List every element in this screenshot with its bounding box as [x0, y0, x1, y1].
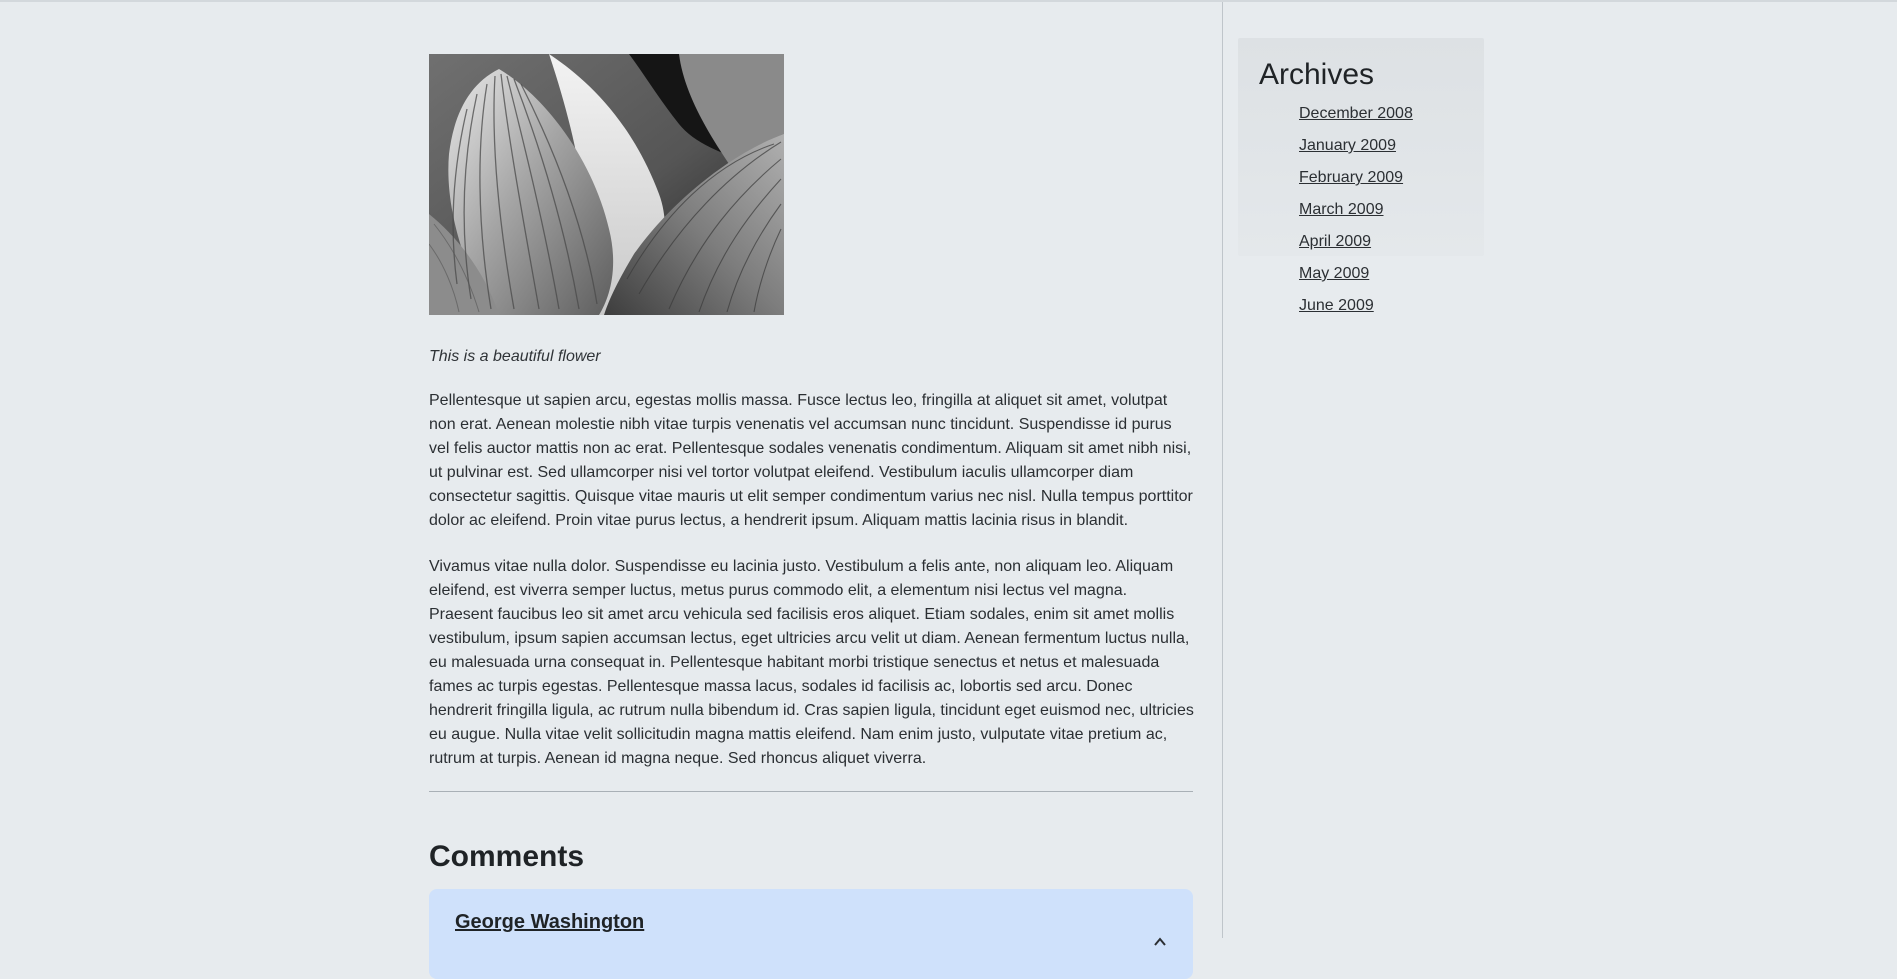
archive-item: June 2009 [1299, 296, 1413, 328]
archive-link-february-2009[interactable]: February 2009 [1299, 169, 1403, 186]
sidebar-divider [1222, 2, 1223, 938]
comment-author-link[interactable]: George Washington [455, 911, 644, 934]
archive-link-april-2009[interactable]: April 2009 [1299, 233, 1371, 250]
archive-item: March 2009 [1299, 200, 1413, 232]
archive-link-march-2009[interactable]: March 2009 [1299, 201, 1384, 218]
flower-photo [429, 54, 784, 315]
archives-title: Archives [1259, 58, 1375, 91]
archive-link-january-2009[interactable]: January 2009 [1299, 137, 1396, 154]
post-paragraph: Vivamus vitae nulla dolor. Suspendisse e… [429, 558, 1194, 767]
archive-item: May 2009 [1299, 264, 1413, 296]
archive-item: April 2009 [1299, 232, 1413, 264]
top-border [0, 0, 1897, 2]
content-divider [429, 791, 1193, 792]
archive-item: December 2008 [1299, 104, 1413, 136]
comment-card: George Washington [429, 889, 1193, 979]
archive-item: February 2009 [1299, 168, 1413, 200]
archives-list: December 2008 January 2009 February 2009… [1299, 104, 1413, 328]
archive-link-december-2008[interactable]: December 2008 [1299, 105, 1413, 122]
archive-link-may-2009[interactable]: May 2009 [1299, 265, 1369, 282]
flower-image [429, 54, 784, 315]
image-caption: This is a beautiful flower [429, 348, 601, 365]
comments-heading: Comments [429, 840, 585, 873]
archive-link-june-2009[interactable]: June 2009 [1299, 297, 1374, 314]
archive-item: January 2009 [1299, 136, 1413, 168]
blog-post: This is a beautiful flower Pellentesque … [429, 54, 1194, 979]
archives-widget: Archives December 2008 January 2009 Febr… [1238, 38, 1484, 314]
chevron-up-icon[interactable] [1153, 935, 1167, 949]
post-paragraph: Pellentesque ut sapien arcu, egestas mol… [429, 392, 1193, 529]
